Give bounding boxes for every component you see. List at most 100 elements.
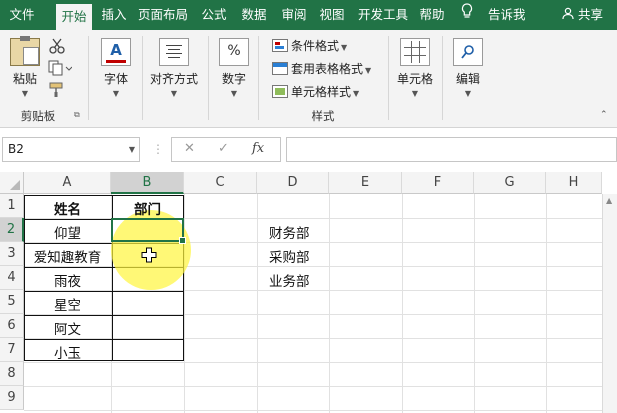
worksheet-grid: A B C D E F G H 1 2 3 4 5 6 7 8 9 姓名 部门 …	[0, 172, 617, 413]
row-header-2[interactable]: 2	[0, 218, 24, 242]
cell-styles-button[interactable]: 单元格样式 ▼	[272, 82, 359, 102]
copy-icon[interactable]	[48, 60, 73, 80]
cell-b1[interactable]: 部门	[111, 198, 184, 218]
format-painter-icon[interactable]	[48, 82, 66, 102]
confirm-entry-icon[interactable]: ✓	[218, 141, 229, 156]
tab-home[interactable]: 开始	[56, 4, 92, 30]
table-format-icon	[272, 62, 288, 75]
conditional-format-button[interactable]: 条件格式 ▼	[272, 36, 347, 56]
paste-label: 粘贴	[12, 72, 37, 86]
cells-button[interactable]: 单元格 ▼	[393, 38, 437, 98]
cell-styles-icon	[272, 85, 288, 98]
magnifier-icon	[453, 38, 483, 66]
editing-button[interactable]: 编辑 ▼	[450, 38, 486, 98]
cell-a7[interactable]: 小玉	[24, 342, 111, 362]
row-header-3[interactable]: 3	[0, 242, 24, 266]
vertical-scrollbar[interactable]: ▲	[602, 194, 617, 413]
select-all-corner[interactable]	[0, 172, 24, 194]
cell-a1[interactable]: 姓名	[24, 198, 111, 218]
font-dropdown-icon: ▼	[112, 89, 120, 98]
share-label: 共享	[577, 7, 603, 22]
user-icon	[562, 7, 578, 22]
alignment-button[interactable]: 对齐方式 ▼	[148, 38, 200, 98]
tab-help[interactable]: 帮助	[414, 0, 450, 30]
active-cell-b2[interactable]	[111, 218, 186, 244]
cancel-entry-icon[interactable]: ✕	[184, 141, 195, 156]
column-header-e[interactable]: E	[329, 172, 402, 194]
column-header-b[interactable]: B	[111, 172, 184, 194]
cells-label: 单元格	[396, 72, 433, 86]
cell-d4[interactable]: 业务部	[269, 270, 310, 290]
tab-view[interactable]: 视图	[314, 0, 350, 30]
font-button[interactable]: A 字体 ▼	[96, 38, 136, 98]
paste-button[interactable]: 粘贴 ▼	[6, 36, 44, 98]
editing-dropdown-icon: ▼	[464, 89, 472, 98]
row-header-7[interactable]: 7	[0, 338, 24, 362]
styles-group-label: 样式	[311, 109, 335, 123]
row-header-5[interactable]: 5	[0, 290, 24, 314]
alignment-dropdown-icon: ▼	[170, 89, 178, 98]
cells-dropdown-icon: ▼	[411, 89, 419, 98]
tab-formulas[interactable]: 公式	[196, 0, 232, 30]
cut-icon[interactable]	[48, 38, 66, 58]
clipboard-group-label: 剪贴板	[20, 109, 56, 123]
tab-developer[interactable]: 开发工具	[354, 0, 412, 30]
formula-bar: B2 ▼ ⋮ ✕ ✓ fx	[0, 128, 617, 172]
cell-a3[interactable]: 爱知趣教育	[24, 246, 111, 266]
column-header-f[interactable]: F	[402, 172, 474, 194]
cell-d2[interactable]: 财务部	[269, 222, 310, 242]
number-label: 数字	[221, 72, 246, 86]
name-box-dropdown-icon[interactable]: ▼	[129, 138, 135, 161]
table-format-label: 套用表格格式	[291, 62, 364, 76]
row-header-8[interactable]: 8	[0, 362, 24, 386]
conditional-format-label: 条件格式	[291, 39, 340, 53]
tell-me-search[interactable]: 告诉我	[458, 0, 526, 30]
conditional-format-icon	[272, 39, 288, 52]
percent-icon: %	[219, 38, 249, 66]
cell-d3[interactable]: 采购部	[269, 246, 310, 266]
tab-review[interactable]: 审阅	[276, 0, 312, 30]
formula-buttons: ✕ ✓ fx	[171, 137, 281, 162]
lightbulb-icon	[458, 0, 476, 30]
tab-insert[interactable]: 插入	[96, 0, 132, 30]
number-dropdown-icon: ▼	[230, 89, 238, 98]
tell-me-label: 告诉我	[487, 7, 526, 22]
paste-dropdown-icon: ▼	[21, 89, 29, 98]
font-icon: A	[101, 38, 131, 66]
column-header-c[interactable]: C	[184, 172, 257, 194]
tab-file[interactable]: 文件	[2, 0, 42, 30]
cell-cursor-icon	[141, 247, 157, 263]
column-header-a[interactable]: A	[24, 172, 111, 194]
column-header-g[interactable]: G	[474, 172, 546, 194]
row-header-4[interactable]: 4	[0, 266, 24, 290]
clipboard-launcher-icon[interactable]: ⧉	[74, 110, 80, 120]
table-format-button[interactable]: 套用表格格式 ▼	[272, 59, 371, 79]
number-button[interactable]: % 数字 ▼	[216, 38, 252, 98]
row-header-6[interactable]: 6	[0, 314, 24, 338]
cell-a4[interactable]: 雨夜	[24, 270, 111, 290]
insert-function-icon[interactable]: fx	[252, 141, 264, 156]
column-header-d[interactable]: D	[257, 172, 329, 194]
cells-icon	[400, 38, 430, 66]
formula-input[interactable]	[286, 137, 617, 162]
name-box[interactable]: B2 ▼	[2, 137, 140, 162]
tab-data[interactable]: 数据	[236, 0, 272, 30]
cell-a5[interactable]: 星空	[24, 294, 111, 314]
column-header-h[interactable]: H	[546, 172, 602, 194]
alignment-label: 对齐方式	[149, 72, 198, 86]
share-button[interactable]: 共享	[562, 0, 603, 30]
cell-a2[interactable]: 仰望	[24, 222, 111, 242]
tab-page-layout[interactable]: 页面布局	[134, 0, 192, 30]
cell-styles-label: 单元格样式	[291, 85, 352, 99]
ribbon-home: 粘贴 ▼ 剪贴板 ⧉ A 字体 ▼ 对齐方式 ▼ % 数字 ▼ 条件格式 ▼ 套…	[0, 30, 617, 128]
ribbon-tab-bar: 文件 开始 插入 页面布局 公式 数据 审阅 视图 开发工具 帮助 告诉我 共享	[0, 0, 617, 30]
scroll-up-icon[interactable]: ▲	[606, 196, 612, 205]
align-icon	[159, 38, 189, 66]
cell-a6[interactable]: 阿文	[24, 318, 111, 338]
name-box-value: B2	[8, 142, 24, 156]
collapse-ribbon-icon[interactable]: ⌃	[600, 110, 608, 120]
row-header-1[interactable]: 1	[0, 194, 24, 218]
table-format-dropdown-icon: ▼	[365, 66, 372, 75]
cell-styles-dropdown-icon: ▼	[353, 89, 360, 98]
row-header-9[interactable]: 9	[0, 386, 24, 410]
